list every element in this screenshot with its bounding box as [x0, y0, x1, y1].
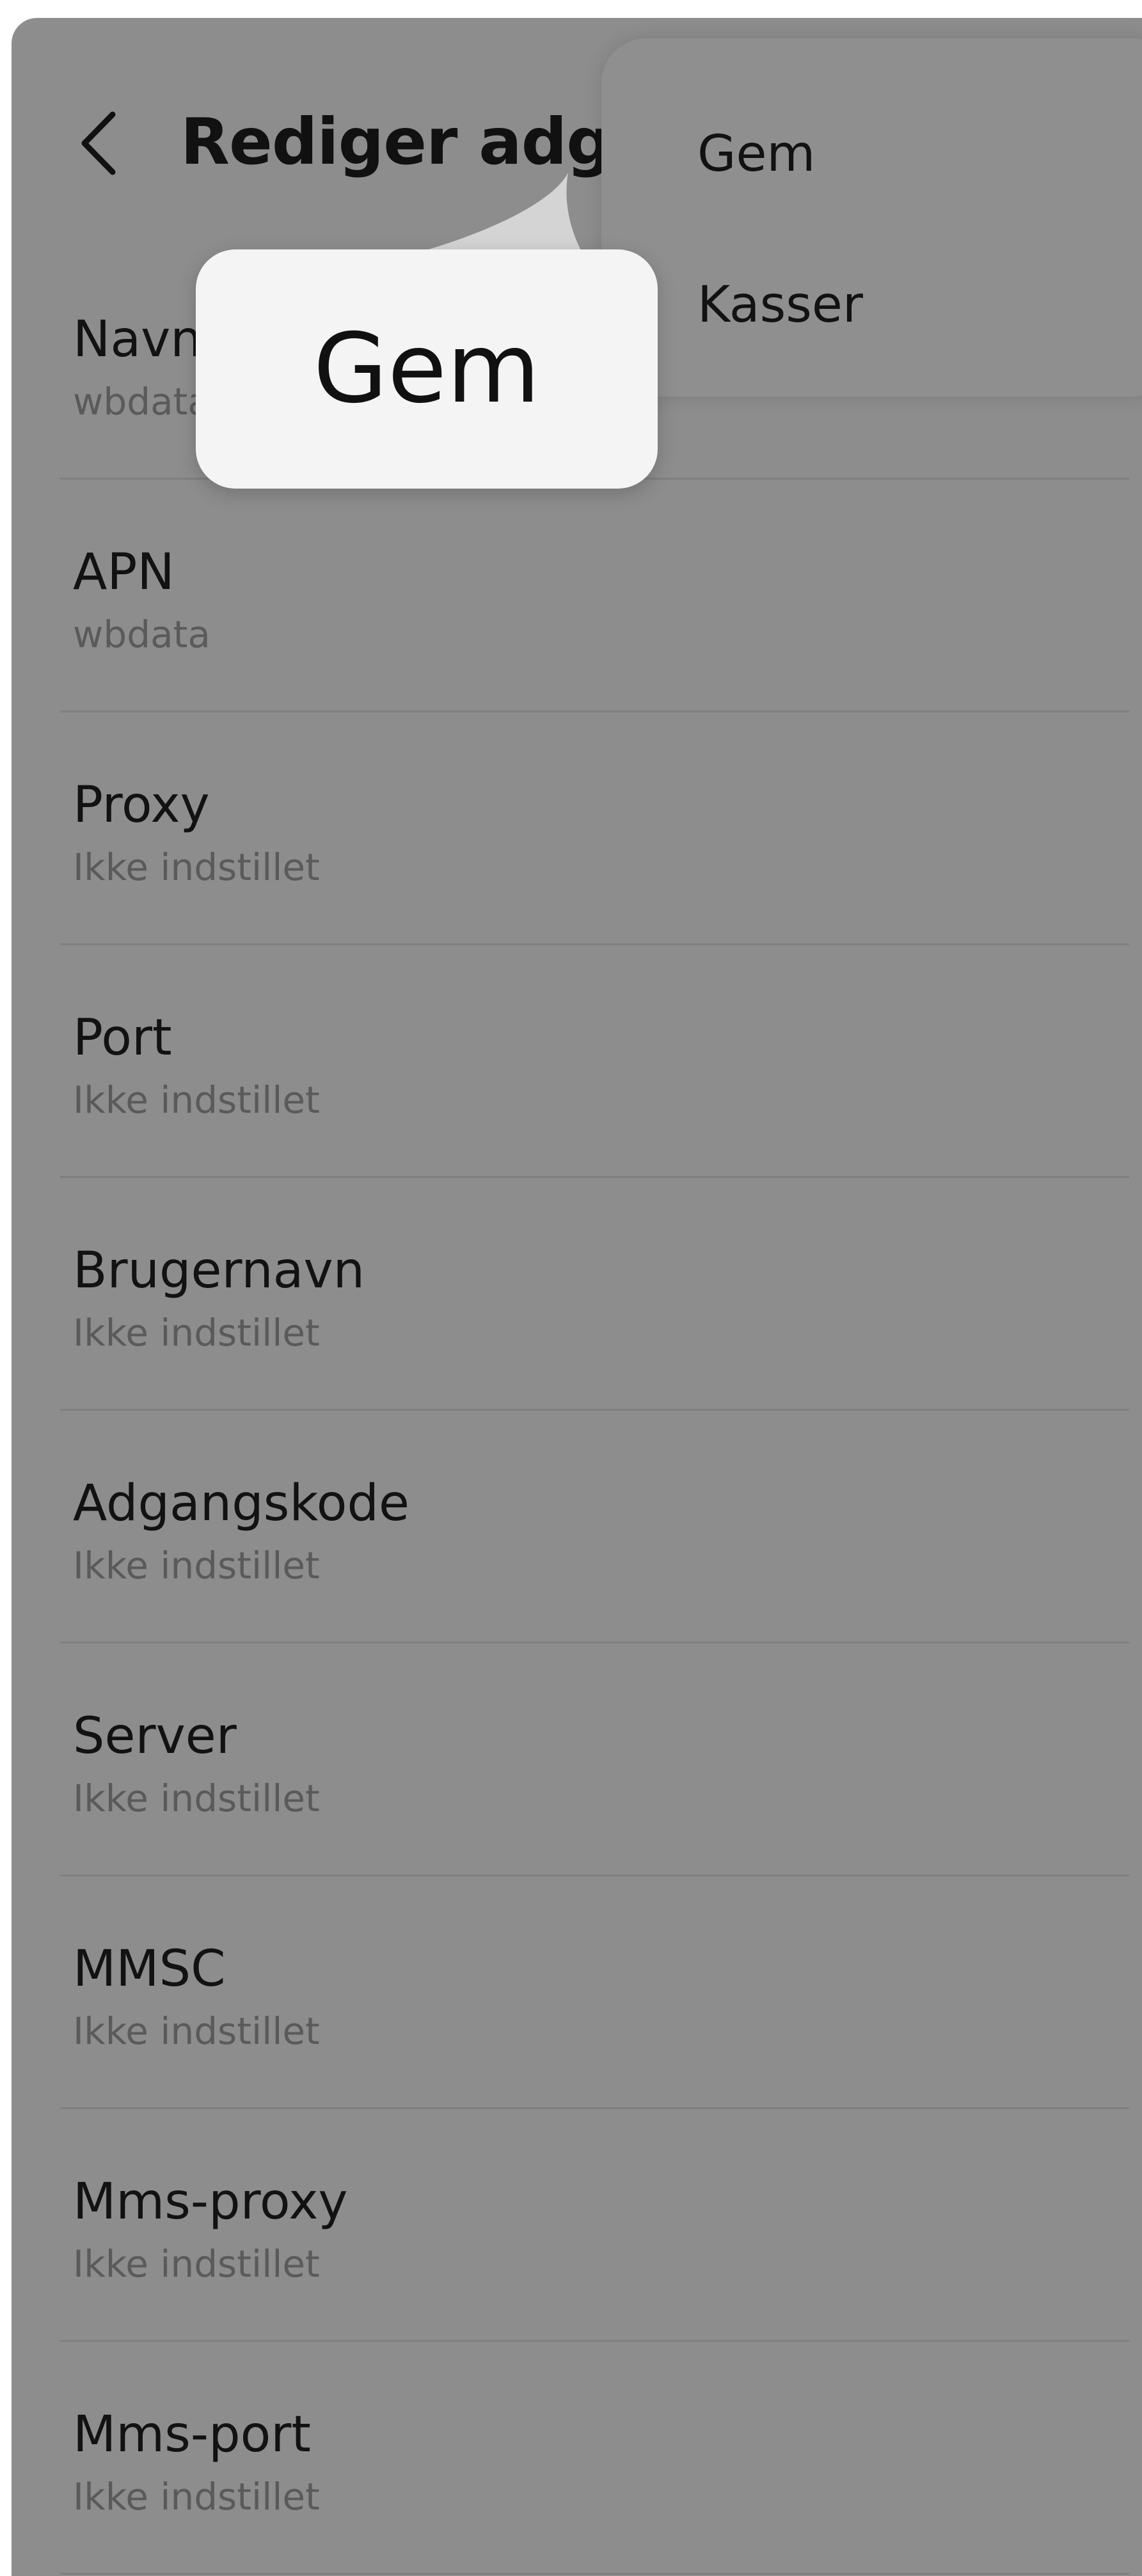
- menu-item-gem[interactable]: Gem: [697, 125, 815, 183]
- field-value: Ikke indstillet: [73, 2475, 320, 2518]
- field-label: Adgangskode: [73, 1475, 410, 1532]
- list-item-apn[interactable]: APN wbdata: [12, 480, 1142, 712]
- field-label: Brugernavn: [73, 1242, 365, 1300]
- list-item-server[interactable]: Server Ikke indstillet: [12, 1644, 1142, 1876]
- chevron-left-icon: [81, 111, 116, 175]
- field-label: Navn: [73, 311, 202, 368]
- menu-item-kasser[interactable]: Kasser: [697, 276, 863, 334]
- back-button[interactable]: [75, 98, 139, 188]
- field-value: Ikke indstillet: [73, 845, 320, 889]
- field-label: Mms-port: [73, 2406, 311, 2463]
- field-value: wbdata: [73, 613, 210, 656]
- list-item-proxy[interactable]: Proxy Ikke indstillet: [12, 712, 1142, 945]
- field-label: Server: [73, 1708, 237, 1765]
- field-value: Ikke indstillet: [73, 1311, 320, 1355]
- edit-access-point-screen: Rediger adga Navn wbdata APN wbdata Prox…: [12, 18, 1142, 2576]
- divider: [60, 2573, 1129, 2575]
- field-value: Ikke indstillet: [73, 1777, 320, 1820]
- settings-list: Navn wbdata APN wbdata Proxy Ikke indsti…: [12, 247, 1142, 2575]
- overflow-menu: Gem Kasser: [601, 38, 1142, 397]
- list-item-adgangskode[interactable]: Adgangskode Ikke indstillet: [12, 1411, 1142, 1644]
- field-label: MMSC: [73, 1940, 226, 1998]
- field-label: Port: [73, 1009, 172, 1067]
- field-label: APN: [73, 544, 175, 601]
- field-value: Ikke indstillet: [73, 1078, 320, 1122]
- callout-gem: Gem: [196, 249, 658, 489]
- list-item-mms-port[interactable]: Mms-port Ikke indstillet: [12, 2342, 1142, 2575]
- field-value: Ikke indstillet: [73, 1544, 320, 1587]
- list-item-brugernavn[interactable]: Brugernavn Ikke indstillet: [12, 1178, 1142, 1411]
- field-value: wbdata: [73, 380, 210, 423]
- page-title: Rediger adga: [180, 104, 654, 179]
- list-item-mms-proxy[interactable]: Mms-proxy Ikke indstillet: [12, 2109, 1142, 2342]
- field-value: Ikke indstillet: [73, 2242, 320, 2286]
- field-value: Ikke indstillet: [73, 2009, 320, 2053]
- field-label: Mms-proxy: [73, 2173, 348, 2231]
- list-item-port[interactable]: Port Ikke indstillet: [12, 945, 1142, 1178]
- field-label: Proxy: [73, 776, 210, 834]
- list-item-mmsc[interactable]: MMSC Ikke indstillet: [12, 1876, 1142, 2109]
